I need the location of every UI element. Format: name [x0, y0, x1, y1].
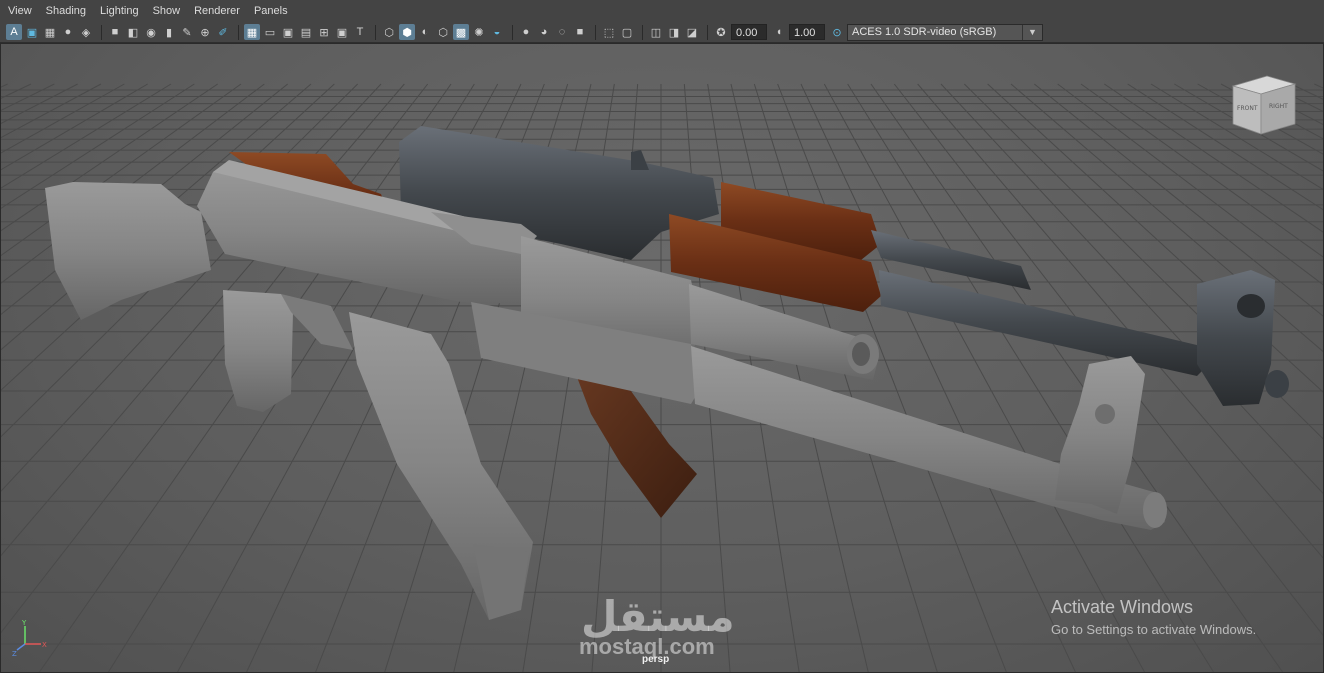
grid-line	[1, 83, 405, 557]
toolbar-separator	[512, 24, 513, 40]
view-cube-right-label: RIGHT	[1269, 103, 1288, 110]
color-management-icon[interactable]: ⊙	[829, 24, 845, 40]
smooth-shade-icon[interactable]: ⬢	[399, 24, 415, 40]
gamma-field[interactable]: 1.00	[789, 24, 825, 40]
view-cube[interactable]: FRONT RIGHT	[1229, 72, 1299, 138]
motion-blur-icon[interactable]: ◕	[536, 24, 552, 40]
activation-subtitle: Go to Settings to activate Windows.	[1051, 622, 1257, 637]
grease-pencil-icon[interactable]: ✎	[179, 24, 195, 40]
bookmark-icon[interactable]: ▮	[161, 24, 177, 40]
xray-active-icon[interactable]: ◨	[666, 24, 682, 40]
safe-title-icon[interactable]: ▣	[334, 24, 350, 40]
toolbar-separator	[375, 24, 376, 40]
axis-z-label: Z	[12, 650, 17, 658]
camera-name-label: persp	[642, 654, 670, 665]
grid-line	[1, 83, 78, 124]
menu-show[interactable]: Show	[153, 0, 181, 22]
xray-icon[interactable]: ▢	[619, 24, 635, 40]
axis-gizmo: Y X Z	[12, 619, 47, 658]
textured-icon[interactable]: ⬡	[435, 24, 451, 40]
toolbar-separator	[101, 24, 102, 40]
film-gate-toggle-icon[interactable]: ▭	[262, 24, 278, 40]
maya-window: View Shading Lighting Show Renderer Pane…	[0, 0, 1324, 673]
xray-joints-icon[interactable]: ◫	[648, 24, 664, 40]
depth-of-field-icon[interactable]: ■	[572, 24, 588, 40]
menu-shading[interactable]: Shading	[46, 0, 86, 22]
screen-space-ao-icon[interactable]: ●	[518, 24, 534, 40]
grid-line	[1314, 83, 1323, 89]
toolbar-separator	[595, 24, 596, 40]
wireframe-on-shaded-icon[interactable]: ◐	[417, 24, 433, 40]
grid-line	[1, 83, 102, 139]
grid-line	[1, 83, 242, 257]
axis-x-label: X	[42, 641, 47, 649]
panel-menu-bar: View Shading Lighting Show Renderer Pane…	[0, 0, 1324, 22]
toolbar-separator	[642, 24, 643, 40]
grid-line	[1, 83, 8, 88]
menu-lighting[interactable]: Lighting	[100, 0, 139, 22]
menu-panels[interactable]: Panels	[254, 0, 288, 22]
toolbar-separator	[238, 24, 239, 40]
view-transform-dropdown[interactable]: ACES 1.0 SDR-video (sRGB) ▼	[847, 23, 1043, 41]
2d-pan-zoom-icon[interactable]: ◈	[78, 24, 94, 40]
exposure-field[interactable]: 0.00	[731, 24, 767, 40]
safe-action-icon[interactable]: ⊕	[197, 24, 213, 40]
chevron-down-icon[interactable]: ▼	[1022, 24, 1042, 40]
toolbar-separator	[707, 24, 708, 40]
axis-y-label: Y	[21, 619, 27, 627]
isolate-select-icon[interactable]: ⬚	[601, 24, 617, 40]
use-all-lights-icon[interactable]: ▩	[453, 24, 469, 40]
perspective-viewport[interactable]: FRONT RIGHT Y X Z مستقل mostaql.com pers…	[0, 43, 1324, 673]
view-transform-value: ACES 1.0 SDR-video (sRGB)	[852, 25, 997, 38]
resolution-gate-icon[interactable]: ▣	[280, 24, 296, 40]
film-gate-icon[interactable]: ◉	[143, 24, 159, 40]
bookmarks-icon[interactable]: ▦	[42, 24, 58, 40]
camera-attributes-icon[interactable]: ▣	[24, 24, 40, 40]
panel-toolbar: A ▣ ▦ ● ◈ ■ ◧ ◉ ▮ ✎ ⊕ ✐ ▦ ▭ ▣ ▤ ⊞ ▣ T ⬡ …	[0, 22, 1324, 43]
grid-line	[800, 83, 1076, 672]
gate-mask-icon[interactable]: ▤	[298, 24, 314, 40]
grid-line	[1, 83, 195, 209]
gamma-icon[interactable]: ◖	[771, 24, 787, 40]
exposure-icon[interactable]: ✪	[713, 24, 729, 40]
camera-icon[interactable]: ■	[107, 24, 123, 40]
grid-toggle-icon[interactable]: ▦	[244, 24, 260, 40]
paint-icon[interactable]: ✐	[215, 24, 231, 40]
grid-line	[1, 83, 55, 111]
backface-culling-icon[interactable]: ◪	[684, 24, 700, 40]
lock-camera-icon[interactable]: ◧	[125, 24, 141, 40]
grid-line	[777, 83, 1007, 672]
text-icon[interactable]: T	[352, 24, 368, 40]
grid-line	[1, 83, 172, 189]
image-plane-icon[interactable]: ●	[60, 24, 76, 40]
grid-line	[1, 83, 218, 232]
grid-line	[1, 83, 148, 171]
view-cube-front-label: FRONT	[1237, 105, 1258, 112]
shadows-icon[interactable]: ◒	[489, 24, 505, 40]
lights-icon[interactable]: ✺	[471, 24, 487, 40]
select-camera-icon[interactable]: A	[6, 24, 22, 40]
anti-aliasing-icon[interactable]: ◌	[554, 24, 570, 40]
field-chart-icon[interactable]: ⊞	[316, 24, 332, 40]
menu-view[interactable]: View	[8, 0, 32, 22]
scene-canvas[interactable]	[1, 44, 1324, 673]
activation-title: Activate Windows	[1051, 597, 1194, 617]
menu-renderer[interactable]: Renderer	[194, 0, 240, 22]
wireframe-icon[interactable]: ⬡	[381, 24, 397, 40]
